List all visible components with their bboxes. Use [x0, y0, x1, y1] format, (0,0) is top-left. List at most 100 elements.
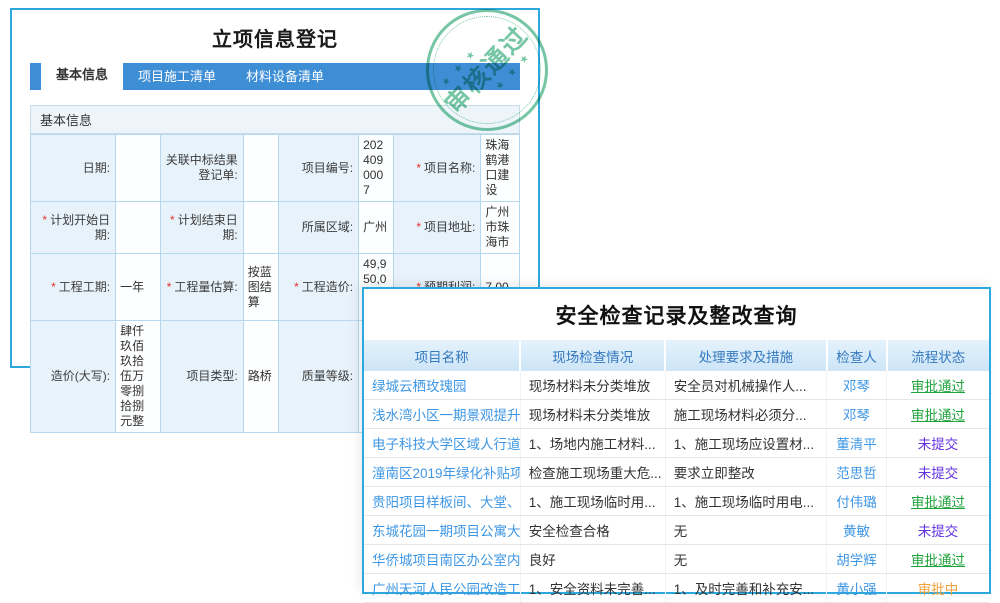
inspector-link[interactable]: 邓琴: [827, 371, 887, 400]
field-label: *项目名称:: [393, 135, 481, 202]
required-asterisk: *: [42, 213, 47, 227]
column-header-4: 检查人: [827, 340, 887, 371]
field-label: 项目类型:: [161, 321, 244, 433]
status-cell: 审批中: [887, 574, 990, 603]
basic-info-section-header: 基本信息: [30, 105, 520, 134]
inspector-link[interactable]: 付伟璐: [827, 487, 887, 516]
status-badge[interactable]: 审批通过: [911, 553, 965, 568]
inspector-link[interactable]: 黄小强: [827, 574, 887, 603]
inspection-situation-cell: 检查施工现场重大危...: [520, 458, 665, 487]
inspection-row: 潼南区2019年绿化补贴项检查施工现场重大危...要求立即整改范思哲 未提交: [364, 458, 989, 487]
measures-cell: 要求立即整改: [665, 458, 826, 487]
field-input[interactable]: [243, 135, 279, 202]
field-label: *工程量估算:: [161, 254, 244, 321]
project-name-link[interactable]: 浅水湾小区一期景观提升: [364, 400, 520, 429]
field-label: *工程造价:: [279, 254, 359, 321]
status-badge[interactable]: 审批通过: [911, 495, 965, 510]
project-name-link[interactable]: 华侨城项目南区办公室内: [364, 545, 520, 574]
field-label: 质量等级:: [279, 321, 359, 433]
inspection-row: 华侨城项目南区办公室内良好无胡学辉审批通过: [364, 545, 989, 574]
field-value: 按蓝图结算: [243, 254, 279, 321]
field-label: *项目地址:: [393, 202, 481, 254]
tab-3[interactable]: 材料设备清单: [231, 63, 339, 90]
inspection-situation-cell: 安全检查合格: [520, 516, 665, 545]
tab-1[interactable]: 基本信息: [41, 59, 123, 90]
inspection-situation-cell: 1、场地内施工材料...: [520, 429, 665, 458]
project-name-link[interactable]: 东城花园一期项目公寓大: [364, 516, 520, 545]
status-cell: 审批通过: [887, 400, 990, 429]
measures-cell: 施工现场材料必须分...: [665, 400, 826, 429]
measures-cell: 1、施工现场应设置材...: [665, 429, 826, 458]
form-row: 日期:关联中标结果登记单:项目编号:2024090007*项目名称:珠海鹤港口建…: [31, 135, 520, 202]
column-header-3: 处理要求及措施: [665, 340, 826, 371]
status-badge: 未提交: [918, 437, 959, 452]
status-badge[interactable]: 审批通过: [911, 379, 965, 394]
measures-cell: 无: [665, 545, 826, 574]
field-label: *工程工期:: [31, 254, 116, 321]
form-row: *计划开始日期: *计划结束日期: 所属区域:广州*项目地址:广州市珠海市: [31, 202, 520, 254]
status-cell: 审批通过: [887, 545, 990, 574]
field-label: 所属区域:: [279, 202, 359, 254]
measures-cell: 1、施工现场临时用电...: [665, 487, 826, 516]
inspection-row: 广州天河人民公园改造工1、安全资料未完善...1、及时完善和补充安...黄小强审…: [364, 574, 989, 603]
field-input[interactable]: [116, 202, 161, 254]
inspector-link[interactable]: 胡学辉: [827, 545, 887, 574]
inspection-query-title: 安全检查记录及整改查询: [364, 289, 989, 340]
inspection-situation-cell: 1、施工现场临时用...: [520, 487, 665, 516]
project-name-link[interactable]: 电子科技大学区域人行道: [364, 429, 520, 458]
field-label: 关联中标结果登记单:: [161, 135, 244, 202]
required-asterisk: *: [416, 161, 421, 175]
field-value: 广州: [359, 202, 394, 254]
inspection-query-panel: 安全检查记录及整改查询 项目名称现场检查情况处理要求及措施检查人流程状态 绿城云…: [362, 287, 991, 594]
field-value: 肆仟玖佰玖拾伍万零捌拾捌元整: [116, 321, 161, 433]
field-value: 路桥: [243, 321, 279, 433]
required-asterisk: *: [294, 280, 299, 294]
measures-cell: 1、及时完善和补充安...: [665, 574, 826, 603]
inspection-table-header-row: 项目名称现场检查情况处理要求及措施检查人流程状态: [364, 340, 989, 371]
field-input[interactable]: [243, 202, 279, 254]
inspection-table: 项目名称现场检查情况处理要求及措施检查人流程状态 绿城云栖玫瑰园现场材料未分类堆…: [364, 340, 989, 603]
field-label: 项目编号:: [279, 135, 359, 202]
measures-cell: 无: [665, 516, 826, 545]
form-tabbar: 基本信息项目施工清单材料设备清单: [30, 63, 520, 90]
measures-cell: 安全员对机械操作人...: [665, 371, 826, 400]
field-value: 广州市珠海市: [481, 202, 520, 254]
field-label: 日期:: [31, 135, 116, 202]
column-header-5: 流程状态: [887, 340, 990, 371]
inspector-link[interactable]: 邓琴: [827, 400, 887, 429]
status-badge[interactable]: 审批通过: [911, 408, 965, 423]
status-cell: 未提交: [887, 516, 990, 545]
inspector-link[interactable]: 董清平: [827, 429, 887, 458]
status-badge: 未提交: [918, 466, 959, 481]
inspection-situation-cell: 1、安全资料未完善...: [520, 574, 665, 603]
required-asterisk: *: [416, 220, 421, 234]
column-header-2: 现场检查情况: [520, 340, 665, 371]
field-value: 一年: [116, 254, 161, 321]
project-name-link[interactable]: 潼南区2019年绿化补贴项: [364, 458, 520, 487]
status-badge: 未提交: [918, 524, 959, 539]
registration-form-title: 立项信息登记: [12, 10, 538, 63]
inspection-table-body: 绿城云栖玫瑰园现场材料未分类堆放安全员对机械操作人...邓琴审批通过浅水湾小区一…: [364, 371, 989, 603]
field-input[interactable]: [116, 135, 161, 202]
inspection-row: 贵阳项目样板间、大堂、1、施工现场临时用...1、施工现场临时用电...付伟璐 审…: [364, 487, 989, 516]
inspection-row: 绿城云栖玫瑰园现场材料未分类堆放安全员对机械操作人...邓琴 审批通过: [364, 371, 989, 400]
status-cell: 未提交: [887, 429, 990, 458]
tab-2[interactable]: 项目施工清单: [123, 63, 231, 90]
field-value: 珠海鹤港口建设: [481, 135, 520, 202]
inspection-row: 浅水湾小区一期景观提升现场材料未分类堆放施工现场材料必须分...邓琴 审批通过: [364, 400, 989, 429]
project-name-link[interactable]: 贵阳项目样板间、大堂、: [364, 487, 520, 516]
field-label: *计划开始日期:: [31, 202, 116, 254]
field-label: *计划结束日期:: [161, 202, 244, 254]
column-header-1: 项目名称: [364, 340, 520, 371]
inspector-link[interactable]: 黄敏: [827, 516, 887, 545]
required-asterisk: *: [170, 213, 175, 227]
inspection-situation-cell: 现场材料未分类堆放: [520, 371, 665, 400]
field-label: 造价(大写):: [31, 321, 116, 433]
project-name-link[interactable]: 广州天河人民公园改造工: [364, 574, 520, 603]
required-asterisk: *: [51, 280, 56, 294]
inspector-link[interactable]: 范思哲: [827, 458, 887, 487]
project-name-link[interactable]: 绿城云栖玫瑰园: [364, 371, 520, 400]
inspection-row: 电子科技大学区域人行道1、场地内施工材料...1、施工现场应设置材...董清平 未…: [364, 429, 989, 458]
inspection-situation-cell: 现场材料未分类堆放: [520, 400, 665, 429]
required-asterisk: *: [167, 280, 172, 294]
